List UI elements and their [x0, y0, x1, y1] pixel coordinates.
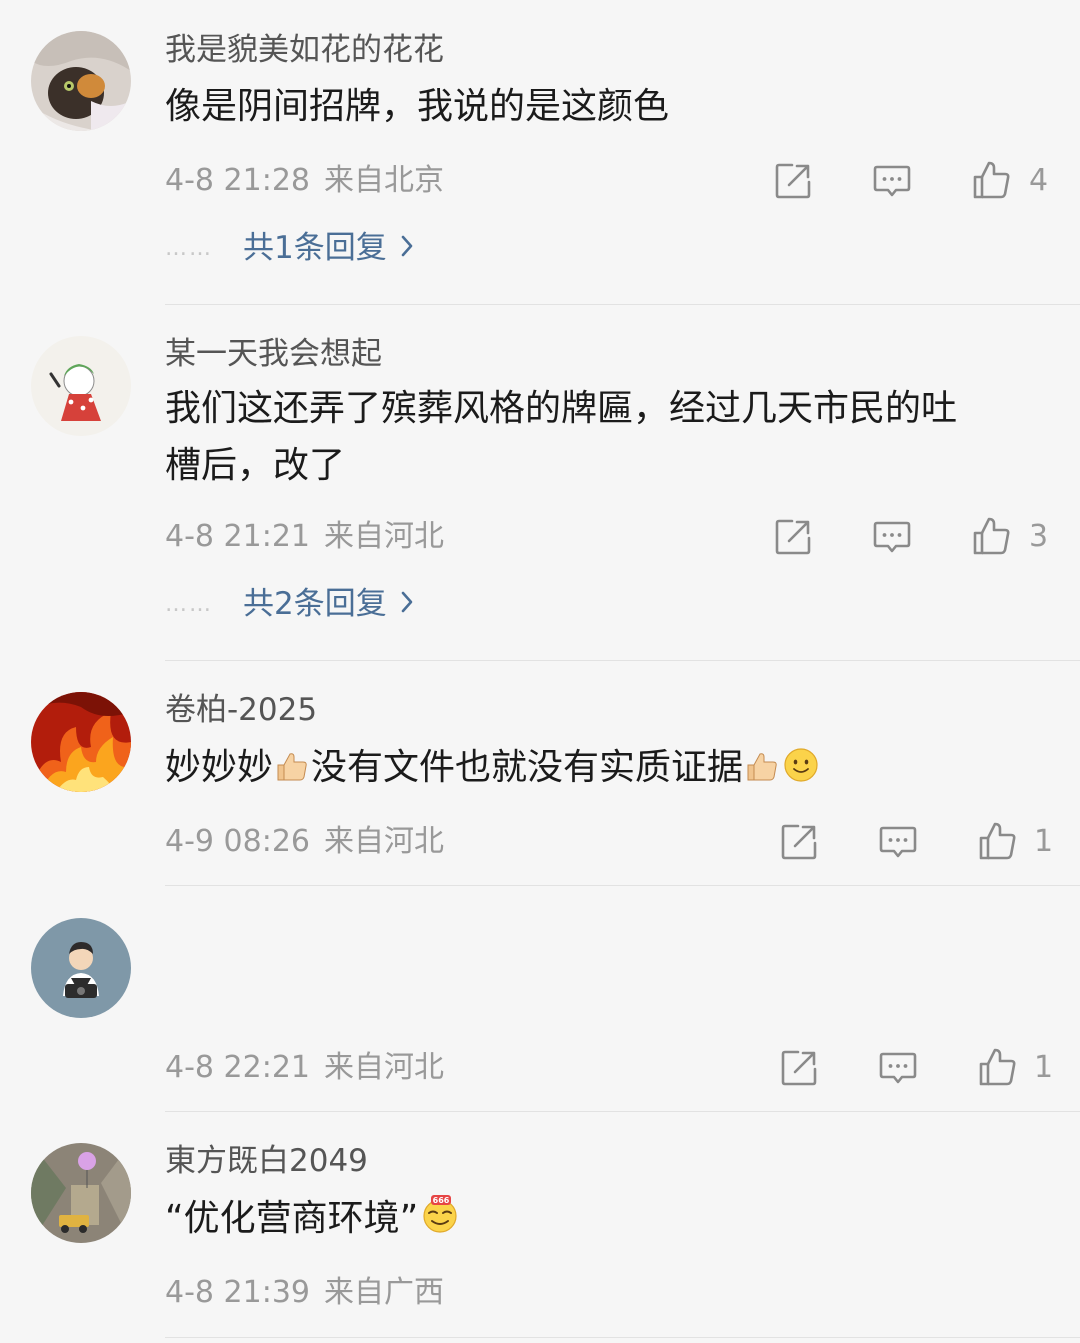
- avatar[interactable]: [31, 336, 131, 436]
- comment-text: 槽后，改了: [165, 445, 346, 486]
- timestamp: 4-8 22:21: [165, 1050, 310, 1085]
- comment-icon[interactable]: [878, 822, 918, 862]
- thumbs-up-icon[interactable]: [971, 160, 1011, 200]
- like-count: 1: [1034, 1050, 1054, 1085]
- thumbs-up-icon[interactable]: [977, 821, 1017, 861]
- fire-photo-icon: [31, 692, 131, 792]
- comment-text: “优化营商环境”: [165, 1190, 1045, 1247]
- 666-emoji-icon: [420, 1194, 460, 1234]
- share-icon[interactable]: [779, 822, 819, 862]
- smile-emoji-icon: [783, 747, 819, 783]
- username[interactable]: 東方既白2049: [165, 1141, 368, 1181]
- divider: [165, 660, 1080, 661]
- avatar[interactable]: [31, 1143, 131, 1243]
- location: 来自北京: [324, 163, 444, 198]
- reply-dots: ……: [165, 591, 213, 617]
- like-count: 3: [1029, 519, 1049, 554]
- thumbs-up-icon[interactable]: [971, 516, 1011, 556]
- replies-count[interactable]: 共2条回复: [243, 584, 387, 624]
- chevron-right-icon: [397, 232, 417, 264]
- chevron-right-icon: [397, 588, 417, 620]
- comment-meta: 4-8 21:28 来自北京: [165, 161, 444, 201]
- comment-text-part: 妙妙妙: [165, 747, 274, 788]
- timestamp: 4-8 21:21: [165, 519, 310, 554]
- comment-meta: 4-8 21:21 来自河北: [165, 517, 444, 557]
- cartoon-character-icon: [31, 336, 131, 436]
- comment-text: 妙妙妙 没有文件也就没有实质证据: [165, 739, 1045, 796]
- avatar[interactable]: [31, 31, 131, 131]
- comment-icon[interactable]: [878, 1048, 918, 1088]
- thumbs-up-emoji-icon: [745, 749, 779, 783]
- thumbs-up-icon[interactable]: [977, 1047, 1017, 1087]
- like-count: 1: [1034, 824, 1054, 859]
- share-icon[interactable]: [779, 1048, 819, 1088]
- username[interactable]: 卷柏-2025: [165, 690, 317, 730]
- timestamp: 4-9 08:26: [165, 824, 310, 859]
- username[interactable]: 某一天我会想起: [165, 334, 382, 374]
- avatar[interactable]: [31, 918, 131, 1018]
- balloon-street-photo-icon: [31, 1143, 131, 1243]
- comment-text: 像是阴间招牌，我说的是这颜色: [165, 86, 670, 127]
- location: 来自河北: [324, 824, 444, 859]
- timestamp: 4-8 21:28: [165, 163, 310, 198]
- thumbs-up-emoji-icon: [275, 749, 309, 783]
- reply-dots: ……: [165, 235, 213, 261]
- divider: [165, 885, 1080, 886]
- divider: [165, 1337, 1080, 1338]
- share-icon[interactable]: [773, 517, 813, 557]
- replies-link[interactable]: …… 共2条回复: [165, 584, 417, 624]
- comment-icon[interactable]: [872, 161, 912, 201]
- comment-text-part: “优化营商环境”: [165, 1198, 419, 1239]
- location: 来自河北: [324, 1050, 444, 1085]
- comment-text-part: 没有文件也就没有实质证据: [311, 747, 744, 788]
- divider: [165, 304, 1080, 305]
- person-with-camera-icon: [31, 918, 131, 1018]
- share-icon[interactable]: [773, 161, 813, 201]
- location: 来自广西: [324, 1275, 444, 1310]
- timestamp: 4-8 21:39: [165, 1275, 310, 1310]
- like-count: 4: [1029, 163, 1049, 198]
- username[interactable]: 我是貌美如花的花花: [165, 30, 444, 70]
- comment-meta: 4-9 08:26 来自河北: [165, 822, 444, 862]
- location: 来自河北: [324, 519, 444, 554]
- comment-icon[interactable]: [872, 517, 912, 557]
- comment-meta: 4-8 22:21 来自河北: [165, 1048, 444, 1088]
- comment-meta: 4-8 21:39 来自广西: [165, 1273, 444, 1313]
- replies-count[interactable]: 共1条回复: [243, 228, 387, 268]
- comment-text: 我们这还弄了殡葬风格的牌匾，经过几天市民的吐: [165, 388, 958, 429]
- avatar[interactable]: [31, 692, 131, 792]
- divider: [165, 1111, 1080, 1112]
- cat-photo-icon: [31, 31, 131, 131]
- replies-link[interactable]: …… 共1条回复: [165, 228, 417, 268]
